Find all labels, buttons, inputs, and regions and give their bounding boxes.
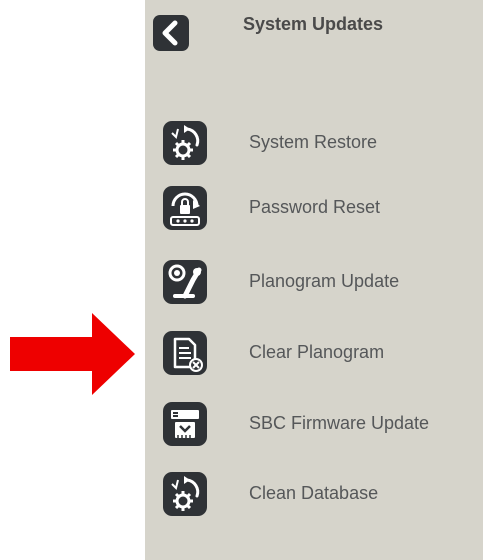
menu-item-label: Clear Planogram <box>249 342 385 362</box>
padlock-reset-icon <box>163 186 207 230</box>
menu-item-label: Clean Database <box>249 483 379 503</box>
menu-item-label: Planogram Update <box>249 271 400 291</box>
gear-restore-icon <box>163 472 207 516</box>
page-title: System Updates <box>243 14 384 34</box>
menu-item-label: SBC Firmware Update <box>249 413 430 433</box>
menu-item-system-restore[interactable]: System Restore <box>163 119 463 167</box>
system-updates-panel: System Updates System Restore Password R… <box>145 0 483 560</box>
document-clear-icon <box>163 331 207 375</box>
menu-item-label: System Restore <box>249 132 378 152</box>
menu-item-clear-planogram[interactable]: Clear Planogram <box>163 329 463 377</box>
red-arrow-right-icon <box>10 313 135 395</box>
chevron-left-icon <box>162 20 178 46</box>
menu-item-planogram-update[interactable]: Planogram Update <box>163 258 463 306</box>
gear-restore-icon <box>163 121 207 165</box>
back-button[interactable] <box>153 15 189 51</box>
planogram-update-icon <box>163 260 207 304</box>
menu-item-label: Password Reset <box>249 197 381 217</box>
firmware-update-icon <box>163 402 207 446</box>
menu-item-sbc-firmware-update[interactable]: SBC Firmware Update <box>163 400 463 448</box>
menu-item-password-reset[interactable]: Password Reset <box>163 184 463 232</box>
menu-item-clean-database[interactable]: Clean Database <box>163 470 463 518</box>
